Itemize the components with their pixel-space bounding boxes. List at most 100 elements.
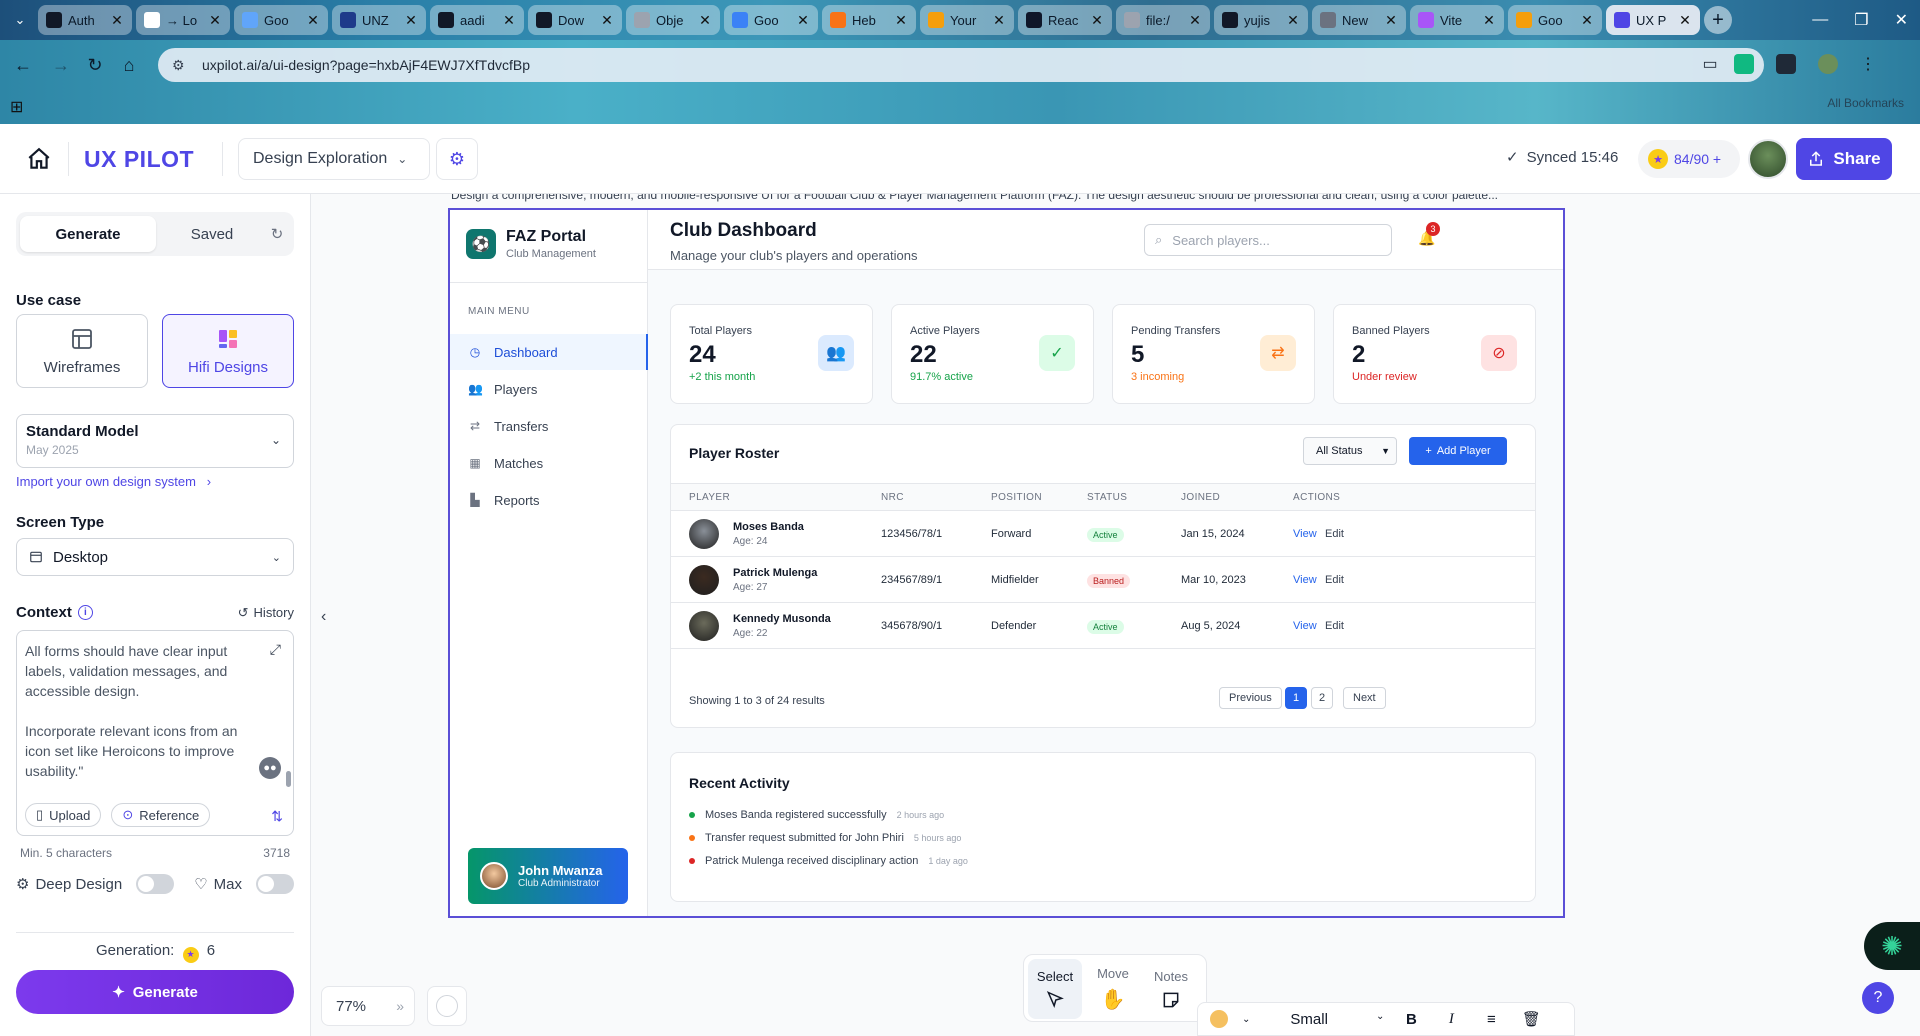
zoom-control[interactable]: 77% » — [321, 986, 415, 1026]
sidebar-item-matches[interactable]: ▦ Matches — [450, 445, 648, 481]
deep-design-toggle[interactable] — [136, 874, 175, 894]
generate-button[interactable]: ✦ Generate — [16, 970, 294, 1014]
install-app-icon[interactable]: ▭ — [1703, 54, 1718, 74]
player-name[interactable]: Kennedy Musonda — [733, 613, 831, 625]
share-button[interactable]: Share — [1796, 138, 1892, 180]
browser-tab[interactable]: Goo ✕ — [234, 5, 328, 35]
page-2-button[interactable]: 2 — [1311, 687, 1334, 709]
browser-menu-icon[interactable]: ⋮ — [1860, 54, 1880, 74]
sidebar-item-players[interactable]: 👥 Players — [450, 371, 648, 407]
move-mode-button[interactable]: Move ✋ — [1086, 959, 1140, 1019]
view-link[interactable]: View — [1293, 528, 1317, 540]
tab-close-icon[interactable]: ✕ — [1678, 12, 1692, 29]
edit-link[interactable]: Edit — [1325, 620, 1344, 632]
text-size-select[interactable]: Small ⌄ — [1264, 1011, 1384, 1028]
trash-icon[interactable]: 🗑 — [1518, 1010, 1544, 1028]
browser-tab[interactable]: Goo ✕ — [1508, 5, 1602, 35]
tab-close-icon[interactable]: ✕ — [992, 12, 1006, 29]
site-info-icon[interactable]: ⚙ — [172, 57, 188, 73]
assistant-bot-icon[interactable]: ●● — [259, 757, 281, 779]
extensions-puzzle-icon[interactable] — [1776, 54, 1796, 74]
model-select[interactable]: Standard Model May 2025 ⌄ — [16, 414, 294, 468]
minimize-icon[interactable]: — — [1812, 11, 1828, 29]
browser-tab[interactable]: UX P ✕ — [1606, 5, 1700, 35]
design-canvas[interactable]: ‹ Design a comprehensive, modern, and mo… — [311, 194, 1920, 1036]
search-input[interactable]: ⌕ Search players... — [1144, 224, 1392, 256]
tab-close-icon[interactable]: ✕ — [796, 12, 810, 29]
tab-close-icon[interactable]: ✕ — [110, 12, 124, 29]
restore-icon[interactable]: ❐ — [1854, 10, 1868, 30]
align-icon[interactable]: ≡ — [1478, 1011, 1504, 1028]
help-icon[interactable]: ? — [1862, 982, 1894, 1014]
home-icon[interactable] — [26, 146, 52, 172]
view-link[interactable]: View — [1293, 574, 1317, 586]
chevrons-right-icon[interactable]: » — [396, 998, 404, 1014]
view-link[interactable]: View — [1293, 620, 1317, 632]
browser-tab[interactable]: yujis ✕ — [1214, 5, 1308, 35]
color-picker-button[interactable] — [427, 986, 467, 1026]
info-icon[interactable]: i — [77, 605, 93, 620]
select-mode-button[interactable]: Select — [1028, 959, 1082, 1019]
forward-arrow-icon[interactable]: → — [48, 52, 74, 78]
tab-close-icon[interactable]: ✕ — [1580, 12, 1594, 29]
tab-saved[interactable]: Saved — [162, 216, 262, 252]
tab-close-icon[interactable]: ✕ — [1188, 12, 1202, 29]
page-1-button[interactable]: 1 — [1285, 687, 1308, 709]
project-select[interactable]: Design Exploration ⌄ — [238, 138, 430, 180]
tab-close-icon[interactable]: ✕ — [894, 12, 908, 29]
sidebar-item-dashboard[interactable]: ◷ Dashboard — [450, 334, 648, 370]
tab-close-icon[interactable]: ✕ — [1090, 12, 1104, 29]
expand-icon[interactable]: ⤢ — [270, 641, 281, 658]
text-color-swatch[interactable] — [1210, 1010, 1228, 1028]
browser-tab[interactable]: file:/ ✕ — [1116, 5, 1210, 35]
browser-tab[interactable]: Vite ✕ — [1410, 5, 1504, 35]
refresh-icon[interactable]: ↻ — [264, 216, 290, 252]
tab-close-icon[interactable]: ✕ — [502, 12, 516, 29]
screen-type-select[interactable]: Desktop ⌄ — [16, 538, 294, 576]
italic-icon[interactable]: I — [1438, 1011, 1464, 1028]
tab-close-icon[interactable]: ✕ — [306, 12, 320, 29]
next-page-button[interactable]: Next — [1343, 687, 1386, 709]
upload-button[interactable]: ▯ Upload — [25, 803, 102, 827]
browser-tab[interactable]: Dow ✕ — [528, 5, 622, 35]
tab-close-icon[interactable]: ✕ — [1286, 12, 1300, 29]
chevron-down-icon[interactable]: ⌄ — [1242, 1014, 1250, 1025]
add-player-button[interactable]: + Add Player — [1409, 437, 1507, 465]
bold-icon[interactable]: B — [1398, 1011, 1424, 1028]
use-case-hifi[interactable]: Hifi Designs — [162, 314, 294, 388]
url-text[interactable]: uxpilot.ai/a/ui-design?page=hxbAjF4EWJ7X… — [202, 57, 530, 73]
player-name[interactable]: Moses Banda — [733, 521, 804, 533]
design-frame[interactable]: ⚽ FAZ Portal Club Management MAIN MENU ◷… — [448, 208, 1565, 918]
browser-tab[interactable]: New ✕ — [1312, 5, 1406, 35]
tab-close-icon[interactable]: ✕ — [698, 12, 712, 29]
apps-grid-icon[interactable]: ⊞ — [10, 97, 26, 116]
credits-badge[interactable]: ★ 84/90 + — [1638, 140, 1740, 178]
status-filter-select[interactable]: All Status ▼ — [1303, 437, 1397, 465]
max-toggle[interactable] — [256, 874, 294, 894]
close-window-icon[interactable]: ✕ — [1895, 10, 1908, 30]
use-case-wireframes[interactable]: Wireframes — [16, 314, 148, 388]
enhance-prompt-icon[interactable]: ⇅ — [271, 808, 283, 825]
new-tab-button[interactable]: + — [1704, 6, 1732, 34]
browser-tab[interactable]: UNZ ✕ — [332, 5, 426, 35]
browser-tab[interactable]: → Lo ✕ — [136, 5, 230, 35]
project-settings-gear-icon[interactable]: ⚙ — [436, 138, 478, 180]
previous-page-button[interactable]: Previous — [1219, 687, 1282, 709]
browser-tab[interactable]: Auth ✕ — [38, 5, 132, 35]
browser-tab[interactable]: Obje ✕ — [626, 5, 720, 35]
profile-icon[interactable] — [1818, 54, 1838, 74]
scrollbar[interactable] — [286, 771, 291, 787]
avatar[interactable] — [1748, 139, 1788, 179]
tab-search-icon[interactable]: ⌄ — [6, 6, 34, 34]
import-design-system-link[interactable]: Import your own design system › — [16, 474, 211, 489]
sidebar-item-reports[interactable]: ▙ Reports — [450, 482, 648, 518]
tab-close-icon[interactable]: ✕ — [1384, 12, 1398, 29]
browser-tab[interactable]: Your ✕ — [920, 5, 1014, 35]
collapse-panel-chevron-left-icon[interactable]: ‹ — [321, 608, 326, 626]
browser-tab[interactable]: Goo ✕ — [724, 5, 818, 35]
address-bar[interactable]: ⚙ uxpilot.ai/a/ui-design?page=hxbAjF4EWJ… — [158, 48, 1764, 82]
extension-icon[interactable] — [1734, 54, 1754, 74]
browser-home-icon[interactable]: ⌂ — [116, 52, 142, 78]
history-button[interactable]: ↺ History — [238, 605, 294, 621]
tab-close-icon[interactable]: ✕ — [600, 12, 614, 29]
